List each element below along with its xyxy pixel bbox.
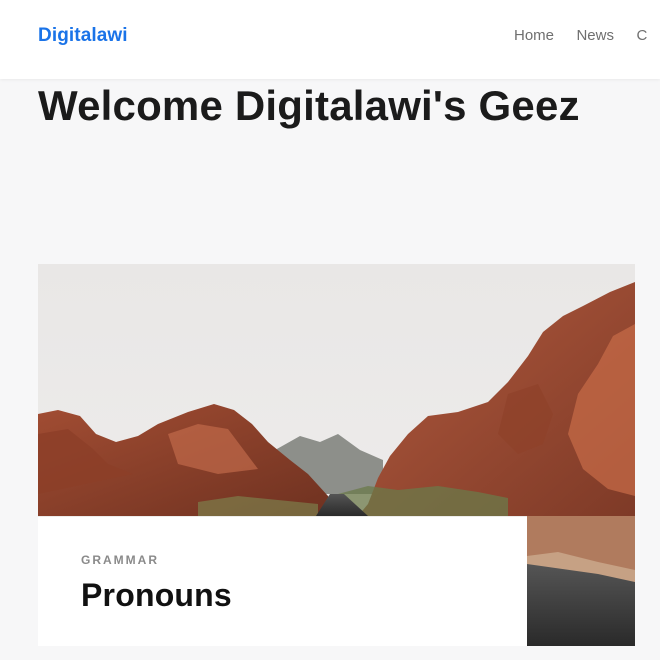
site-header: Digitalawi Home News C — [0, 0, 660, 79]
brand-logo-link[interactable]: Digitalawi — [38, 25, 128, 47]
post-card-caption: GRAMMAR Pronouns — [38, 517, 527, 646]
post-card[interactable]: GRAMMAR Pronouns — [38, 264, 635, 646]
nav-item-c[interactable]: C — [636, 27, 647, 44]
main-nav: Home News C — [514, 27, 660, 45]
post-title[interactable]: Pronouns — [81, 577, 232, 614]
nav-item-home[interactable]: Home — [514, 27, 554, 44]
nav-item-news[interactable]: News — [576, 27, 614, 44]
page-title: Welcome Digitalawi's Geez — [38, 82, 580, 129]
post-category[interactable]: GRAMMAR — [81, 553, 159, 567]
